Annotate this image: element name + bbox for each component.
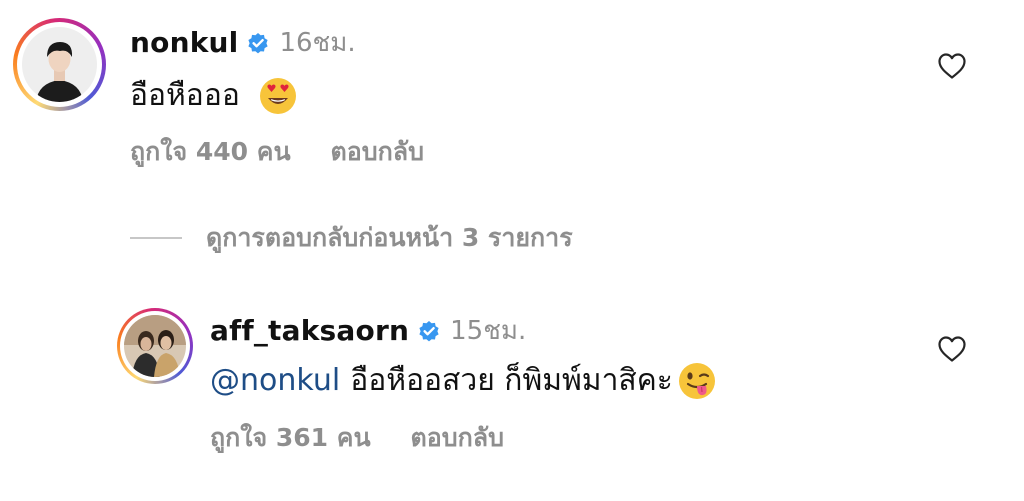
likes-count[interactable]: ถูกใจ 361 คน: [210, 418, 371, 458]
username[interactable]: aff_taksaorn: [210, 314, 409, 347]
username[interactable]: nonkul: [130, 26, 238, 59]
winking-tongue-emoji-icon: [677, 361, 717, 401]
comment-time: 16ชม.: [279, 28, 356, 58]
mention-link[interactable]: @nonkul: [210, 363, 340, 398]
comment-header: nonkul 16ชม.: [130, 22, 356, 63]
reply-button[interactable]: ตอบกลับ: [411, 418, 504, 458]
comment-meta: ถูกใจ 361 คน ตอบกลับ: [210, 418, 504, 458]
comment-meta: ถูกใจ 440 คน ตอบกลับ: [130, 132, 424, 172]
comment-body: @nonkul อือหืออสวย ก็พิมพ์มาสิคะ: [210, 357, 717, 404]
divider-line: [130, 237, 182, 239]
likes-count[interactable]: ถูกใจ 440 คน: [130, 132, 291, 172]
group-photo-icon: [124, 315, 186, 377]
verified-badge-icon: [246, 31, 270, 55]
view-replies-label: ดูการตอบกลับก่อนหน้า 3 รายการ: [206, 223, 573, 252]
comment-header: aff_taksaorn 15ชม.: [210, 310, 526, 351]
reply-button[interactable]: ตอบกลับ: [331, 132, 424, 172]
avatar-photo: [124, 315, 186, 377]
avatar-photo: [22, 27, 97, 102]
verified-badge-icon: [417, 319, 441, 343]
comment-text: อือหืออสวย ก็พิมพ์มาสิคะ: [350, 363, 673, 398]
comment-time: 15ชม.: [450, 316, 527, 346]
person-portrait-icon: [22, 27, 97, 102]
like-heart-icon[interactable]: [937, 335, 967, 367]
avatar[interactable]: [13, 18, 106, 111]
heart-eyes-emoji-icon: [258, 76, 298, 116]
comments-section: nonkul 16ชม. อือหือออ ถูกใจ 440 คน ตอบกล…: [0, 0, 1024, 501]
view-previous-replies[interactable]: ดูการตอบกลับก่อนหน้า 3 รายการ: [130, 218, 573, 258]
comment-text: อือหือออ: [130, 78, 240, 113]
avatar[interactable]: [117, 308, 193, 384]
like-heart-icon[interactable]: [937, 52, 967, 84]
comment-body: อือหือออ: [130, 72, 298, 119]
